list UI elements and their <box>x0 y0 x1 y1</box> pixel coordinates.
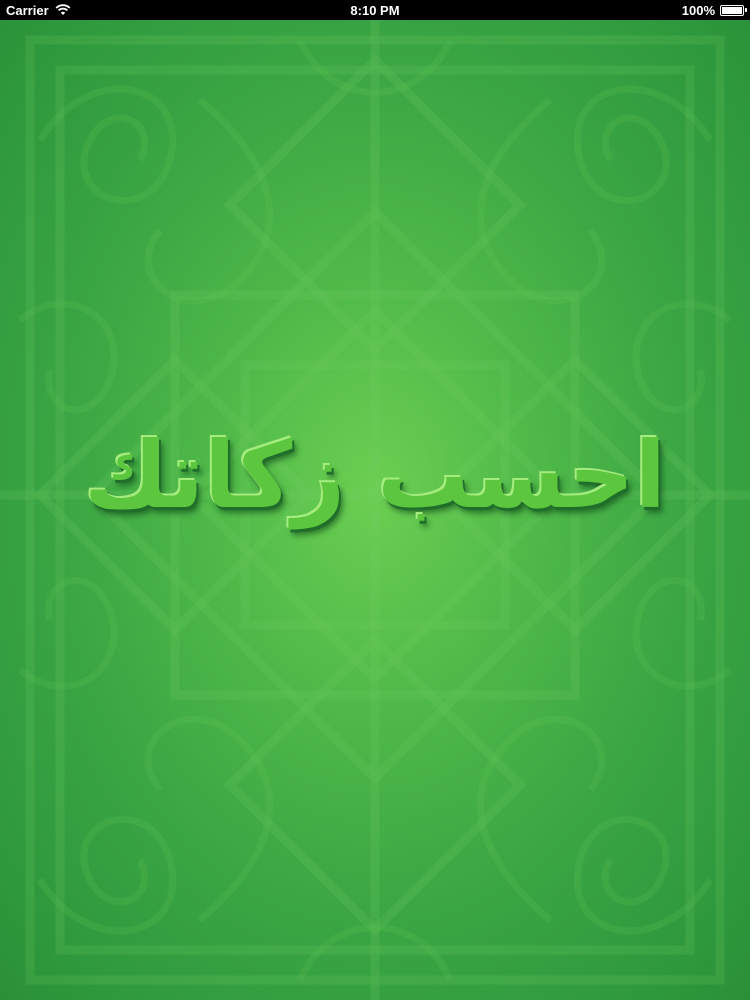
battery-icon <box>720 4 747 16</box>
battery-level-fill <box>722 6 742 14</box>
status-bar-right: 100% <box>498 2 747 18</box>
status-bar: Carrier 8:10 PM 100% <box>0 0 750 20</box>
splash-screen: احسب زكاتك <box>0 20 750 1000</box>
clock: 8:10 PM <box>350 2 400 18</box>
status-bar-left: Carrier <box>6 3 252 18</box>
carrier-label: Carrier <box>6 2 49 18</box>
app-title: احسب زكاتك <box>83 422 667 529</box>
battery-percent: 100% <box>681 2 715 18</box>
wifi-icon <box>55 4 71 16</box>
